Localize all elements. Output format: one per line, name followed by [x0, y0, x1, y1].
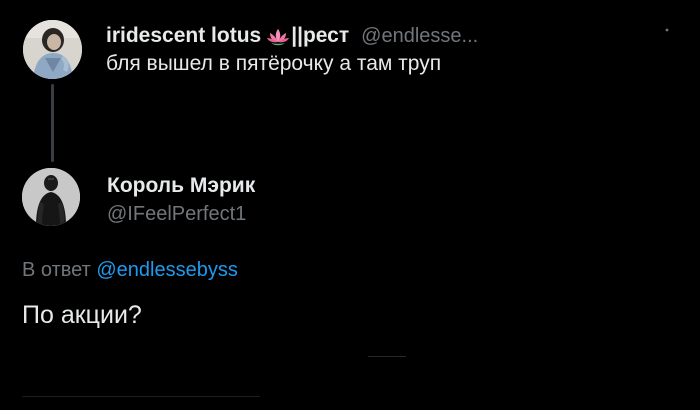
- parent-handle[interactable]: @endlesse...: [361, 25, 478, 48]
- reply-display-name[interactable]: Король Мэрик: [107, 174, 255, 198]
- divider-fragment: [368, 356, 406, 357]
- tweet-thread-screen: iridescent lotus ||рест @endlesse... бля…: [0, 0, 700, 410]
- reply-context: В ответ @endlessebyss: [22, 259, 238, 282]
- reply-avatar-image: [22, 168, 80, 226]
- reply-handle[interactable]: @IFeelPerfect1: [107, 203, 246, 226]
- thread-connector-line: [51, 84, 54, 162]
- parent-tweet-text: бля вышел в пятёрочку а там труп: [106, 52, 442, 75]
- more-options-icon[interactable]: [655, 18, 679, 42]
- reply-avatar[interactable]: [22, 168, 80, 226]
- parent-display-name[interactable]: iridescent lotus: [106, 24, 261, 48]
- reply-context-prefix: В ответ: [22, 259, 91, 281]
- reply-tweet-text: По акции?: [22, 301, 142, 329]
- parent-avatar[interactable]: [23, 20, 82, 79]
- parent-tweet[interactable]: iridescent lotus ||рест @endlesse... бля…: [0, 0, 700, 162]
- divider: [22, 396, 260, 397]
- lotus-icon: [266, 27, 290, 47]
- parent-header: iridescent lotus ||рест @endlesse...: [106, 22, 478, 50]
- parent-avatar-image: [23, 20, 82, 79]
- reply-to-mention-link[interactable]: @endlessebyss: [96, 259, 237, 281]
- display-name-suffix[interactable]: ||рест: [291, 24, 349, 48]
